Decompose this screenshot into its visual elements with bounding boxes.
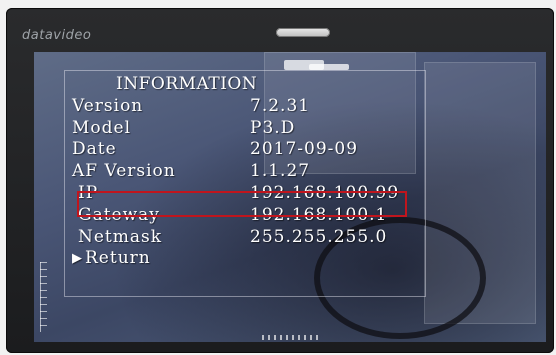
osd-label: Netmask [78,226,163,247]
osd-title: INFORMATION [116,74,258,94]
osd-row-af-version: AF Version 1.1.27 [72,161,399,183]
osd-value: 7.2.31 [250,95,311,116]
side-scale-marker [40,262,47,332]
osd-information-menu: INFORMATION Version 7.2.31 Model P3.D Da… [72,74,399,270]
right-triangle-icon: ▶ [72,251,83,267]
handle-slot [276,28,330,37]
osd-label: Date [72,139,117,160]
osd-row-model: Model P3.D [72,118,399,140]
osd-label: Model [72,117,132,138]
osd-return-item[interactable]: ▶ Return [72,248,399,270]
osd-row-version: Version 7.2.31 [72,96,399,118]
monitor-screen: INFORMATION Version 7.2.31 Model P3.D Da… [34,52,546,342]
osd-value: 1.1.27 [250,161,311,182]
osd-label: Version [72,95,144,116]
osd-label: AF Version [72,161,176,182]
osd-value: 2017-09-09 [250,139,359,160]
osd-value: P3.D [250,117,296,138]
monitor-bezel: datavideo INFORMATION Version 7.2.31 Mod… [6,8,554,353]
osd-return-label: Return [85,248,151,269]
bottom-scale-marker [262,335,320,340]
brand-logo: datavideo [22,28,92,43]
osd-value: 255.255.255.0 [250,226,388,247]
ip-highlight-box [77,191,407,217]
osd-row-date: Date 2017-09-09 [72,139,399,161]
osd-row-netmask: Netmask 255.255.255.0 [72,227,399,249]
